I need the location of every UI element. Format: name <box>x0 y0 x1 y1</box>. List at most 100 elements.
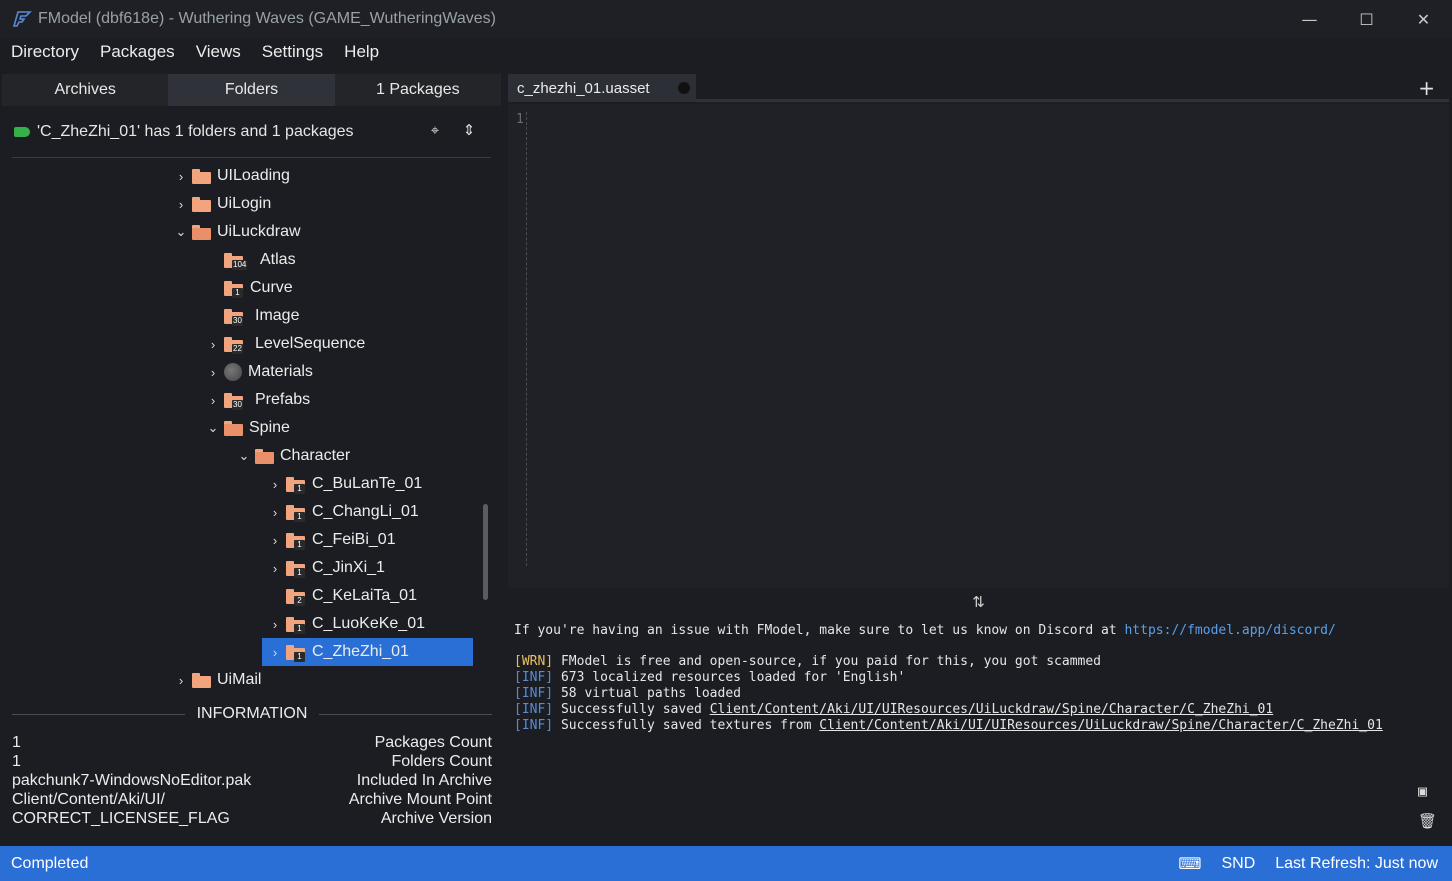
tree-node[interactable]: › UiMail <box>174 666 262 694</box>
tree-node-label: Atlas <box>260 251 296 268</box>
folder-icon: 1 <box>286 616 306 634</box>
folder-icon: 2 <box>286 588 306 606</box>
folder-status-text: 'C_ZheZhi_01' has 1 folders and 1 packag… <box>37 122 354 140</box>
info-value: pakchunk7-WindowsNoEditor.pak <box>12 772 252 789</box>
menu-help[interactable]: Help <box>333 42 389 62</box>
tree-node-label: Image <box>255 307 300 324</box>
chevron-right-icon[interactable]: › <box>268 477 282 492</box>
log-level: [WRN] <box>514 654 554 669</box>
document-tab[interactable]: c_zhezhi_01.uasset <box>508 74 696 102</box>
last-refresh: Last Refresh: Just now <box>1275 854 1438 872</box>
package-count-badge: 104 <box>232 259 248 270</box>
folder-icon: 1 <box>286 560 306 578</box>
package-count-badge: 1 <box>294 539 305 550</box>
tree-node[interactable]: › 1 C_ChangLi_01 <box>268 498 419 526</box>
tree-node[interactable]: › UiLogin <box>174 190 271 218</box>
menu-directory[interactable]: Directory <box>0 42 89 62</box>
log-path-link[interactable]: Client/Content/Aki/UI/UIResources/UiLuck… <box>710 702 1274 717</box>
panel-splitter[interactable]: ⇅ <box>508 590 1449 614</box>
chevron-right-icon[interactable]: › <box>206 393 220 408</box>
chevron-right-icon[interactable]: › <box>268 561 282 576</box>
tree-node[interactable]: › 1 C_JinXi_1 <box>268 554 385 582</box>
folder-icon <box>192 196 211 212</box>
open-folder-icon[interactable]: ▣ <box>1418 782 1437 800</box>
locate-icon[interactable]: ⌖ <box>425 120 445 140</box>
tree-node[interactable]: 1 Curve <box>206 274 293 302</box>
discord-link[interactable]: https://fmodel.app/discord/ <box>1124 623 1335 638</box>
log-line: [INF] Successfully saved textures from C… <box>514 718 1449 734</box>
tree-node[interactable]: 104 Atlas <box>206 246 296 274</box>
tree-node-label: Spine <box>249 419 290 436</box>
chevron-right-icon[interactable]: › <box>206 337 220 352</box>
log-level: [INF] <box>514 670 554 685</box>
tree-node-label: C_FeiBi_01 <box>312 531 396 548</box>
tree-node-label: UiMail <box>217 671 262 688</box>
chevron-right-icon[interactable]: › <box>174 673 188 688</box>
log-text: 673 localized resources loaded for 'Engl… <box>553 670 906 685</box>
information-title: INFORMATION <box>196 705 308 722</box>
log-console: If you're having an issue with FModel, m… <box>508 614 1449 838</box>
chevron-right-icon[interactable]: › <box>268 505 282 520</box>
snd-indicator: SND <box>1221 854 1256 872</box>
window-title: FModel (dbf618e) - Wuthering Waves (GAME… <box>38 10 496 27</box>
package-count-badge: 1 <box>294 567 305 578</box>
tree-node[interactable]: › Materials <box>206 358 313 386</box>
folder-icon: 104 <box>224 252 254 270</box>
chevron-right-icon[interactable]: › <box>268 645 282 660</box>
chevron-right-icon[interactable]: › <box>268 533 282 548</box>
log-path-link[interactable]: Client/Content/Aki/UI/UIResources/UiLuck… <box>819 718 1383 733</box>
maximize-button[interactable]: ☐ <box>1338 0 1395 38</box>
tree-node[interactable]: ⌄ Spine <box>206 414 290 442</box>
menu-settings[interactable]: Settings <box>251 42 333 62</box>
chevron-down-icon[interactable]: ⌄ <box>237 448 251 464</box>
tree-node[interactable]: ⌄ UiLuckdraw <box>174 218 301 246</box>
menu-packages[interactable]: Packages <box>89 42 185 62</box>
chevron-right-icon[interactable]: › <box>268 617 282 632</box>
tab-archives[interactable]: Archives <box>2 74 169 106</box>
tree-node-label: LevelSequence <box>255 335 366 352</box>
add-tab-button[interactable]: + <box>1418 76 1435 100</box>
clear-log-icon[interactable]: 🗑 <box>1418 812 1437 830</box>
tree-node[interactable]: › 1 C_BuLanTe_01 <box>268 470 422 498</box>
left-panel: Archives Folders 1 Packages 'C_ZheZhi_01… <box>2 74 501 845</box>
tree-node[interactable]: › 1 C_FeiBi_01 <box>268 526 396 554</box>
log-level: [INF] <box>514 686 554 701</box>
tab-folders[interactable]: Folders <box>168 74 335 106</box>
chevron-right-icon[interactable]: › <box>206 365 220 380</box>
info-key: Archive Mount Point <box>348 791 492 808</box>
tree-node-label: Character <box>280 447 351 464</box>
tree-node-label: C_LuoKeKe_01 <box>312 615 425 632</box>
folder-icon <box>255 448 274 464</box>
log-text: Successfully saved textures from <box>553 718 820 733</box>
information-header: INFORMATION <box>12 705 492 723</box>
tree-node[interactable]: › 1 C_ZheZhi_01 <box>262 638 473 666</box>
chevron-down-icon[interactable]: ⌄ <box>206 420 220 436</box>
tree-node-label: C_BuLanTe_01 <box>312 475 423 492</box>
tree-node[interactable]: › 1 C_LuoKeKe_01 <box>268 610 425 638</box>
collapse-all-icon[interactable]: ⇕ <box>459 120 479 140</box>
info-row: pakchunk7-WindowsNoEditor.pak Included In… <box>12 772 492 791</box>
minimize-button[interactable]: — <box>1281 0 1338 38</box>
tree-node-label: Prefabs <box>255 391 311 408</box>
tree-node[interactable]: › UILoading <box>174 162 290 190</box>
indent-guide <box>526 112 527 566</box>
tree-scrollbar[interactable] <box>483 504 488 600</box>
chevron-down-icon[interactable]: ⌄ <box>174 224 188 240</box>
tree-node[interactable]: ⌄ Character <box>237 442 351 470</box>
tree-node[interactable]: › 22 LevelSequence <box>206 330 365 358</box>
tree-node[interactable]: 2 C_KeLaiTa_01 <box>268 582 417 610</box>
left-tabs: Archives Folders 1 Packages <box>2 74 501 106</box>
chevron-right-icon[interactable]: › <box>174 169 188 184</box>
keyboard-icon[interactable]: ⌨ <box>1178 854 1201 874</box>
tree-node[interactable]: 30 Image <box>206 302 299 330</box>
folder-status-row: 'C_ZheZhi_01' has 1 folders and 1 packag… <box>12 106 491 158</box>
menu-views[interactable]: Views <box>185 42 251 62</box>
status-text: Completed <box>11 854 89 872</box>
tree-node[interactable]: › 30 Prefabs <box>206 386 310 414</box>
tab-close-icon[interactable] <box>678 82 690 94</box>
swap-icon[interactable]: ⇅ <box>972 593 985 611</box>
code-editor[interactable]: 1 <box>508 104 1449 588</box>
close-button[interactable]: ✕ <box>1395 0 1452 38</box>
chevron-right-icon[interactable]: › <box>174 197 188 212</box>
tab-packages[interactable]: 1 Packages <box>334 74 501 106</box>
